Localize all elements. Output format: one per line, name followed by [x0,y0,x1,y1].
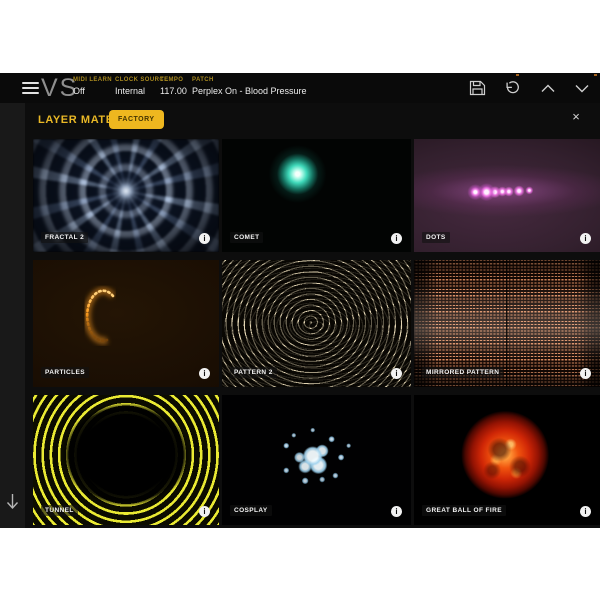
material-tile-dots[interactable]: DOTS i [414,139,600,252]
midi-learn-value: Off [73,86,112,96]
chevron-up-icon[interactable] [540,84,556,93]
material-tile-particles[interactable]: PARTICLES i [33,260,219,387]
patch-label: PATCH [192,77,307,83]
material-name-label: COMET [230,232,263,243]
info-icon[interactable]: i [199,233,210,244]
info-icon[interactable]: i [391,368,402,379]
info-icon[interactable]: i [199,368,210,379]
vs-app-window: VS MIDI LEARN Off CLOCK SOURCE Internal … [0,73,600,528]
material-grid: FRACTAL 2 i COMET i DOTS i [33,139,600,525]
layer-material-panel: LAYER MATERIAL FACTORY × FRACTAL 2 i COM… [25,103,600,528]
material-name-label: TUNNEL [41,505,78,516]
indicator-dot [594,74,597,76]
material-name-label: DOTS [422,232,450,243]
scroll-down-arrow-icon[interactable] [6,493,19,515]
menu-icon[interactable] [22,82,39,94]
material-tile-pattern-2[interactable]: PATTERN 2 i [222,260,411,387]
undo-icon[interactable] [504,80,521,96]
close-icon[interactable]: × [568,109,584,125]
top-bar: VS MIDI LEARN Off CLOCK SOURCE Internal … [0,73,600,104]
save-icon[interactable] [469,80,486,96]
patch-field[interactable]: PATCH Perplex On - Blood Pressure [192,77,307,96]
material-name-label: GREAT BALL OF FIRE [422,505,506,516]
tempo-field[interactable]: TEMPO 117.00 [160,77,187,96]
midi-learn-field[interactable]: MIDI LEARN Off [73,77,112,96]
info-icon[interactable]: i [391,506,402,517]
material-tile-comet[interactable]: COMET i [222,139,411,252]
info-icon[interactable]: i [580,506,591,517]
material-name-label: PARTICLES [41,367,89,378]
material-name-label: PATTERN 2 [230,367,277,378]
screenshot-page: { "topbar": { "logo": "VS", "fields": [ … [0,0,600,600]
midi-learn-label: MIDI LEARN [73,77,112,83]
material-name-label: FRACTAL 2 [41,232,88,243]
material-tile-tunnel[interactable]: TUNNEL i [33,395,219,525]
tempo-label: TEMPO [160,77,187,83]
chevron-down-icon[interactable] [574,84,590,93]
material-name-label: MIRRORED PATTERN [422,367,503,378]
left-rail [0,103,25,528]
info-icon[interactable]: i [391,233,402,244]
material-name-label: COSPLAY [230,505,272,516]
tempo-value: 117.00 [160,86,187,96]
factory-bank-button[interactable]: FACTORY [109,110,164,129]
info-icon[interactable]: i [580,233,591,244]
material-tile-fractal-2[interactable]: FRACTAL 2 i [33,139,219,252]
material-tile-great-ball-of-fire[interactable]: GREAT BALL OF FIRE i [414,395,600,525]
info-icon[interactable]: i [199,506,210,517]
indicator-dot [516,74,519,76]
material-tile-mirrored-pattern[interactable]: MIRRORED PATTERN i [414,260,600,387]
info-icon[interactable]: i [580,368,591,379]
material-tile-cosplay[interactable]: COSPLAY i [222,395,411,525]
patch-value: Perplex On - Blood Pressure [192,86,307,96]
